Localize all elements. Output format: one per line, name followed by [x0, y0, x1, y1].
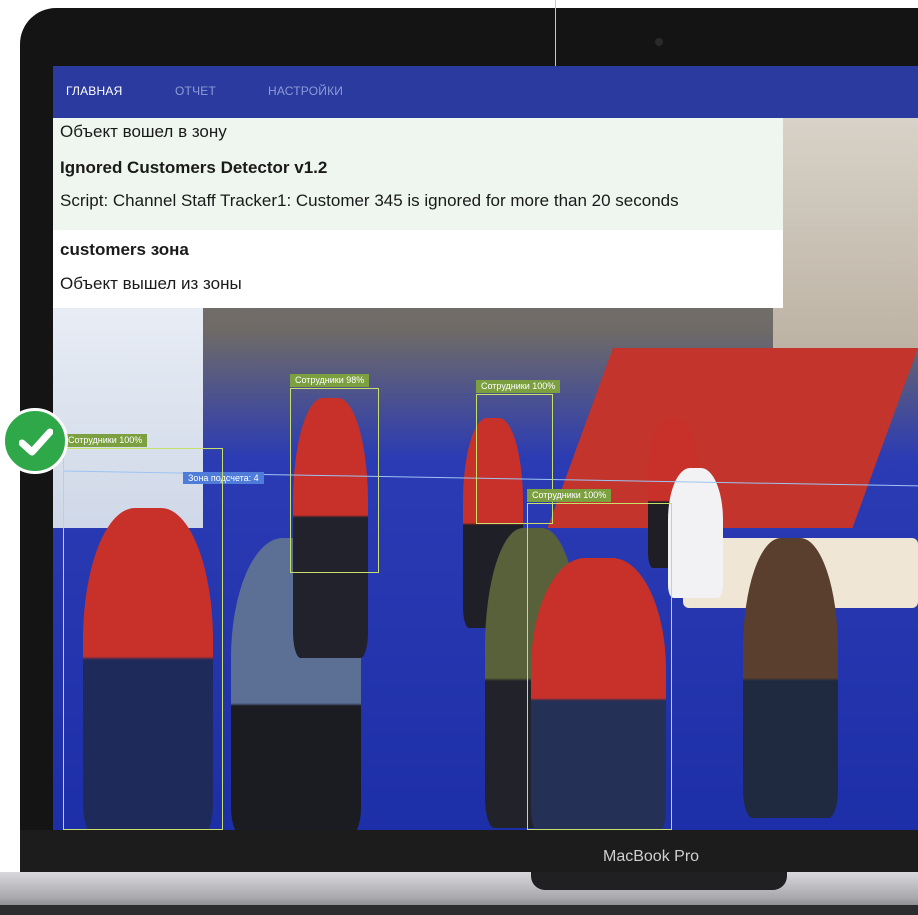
detection-label: Сотрудники 100%	[476, 380, 561, 393]
event-text: Объект вошел в зону	[60, 122, 227, 141]
tab-settings[interactable]: НАСТРОЙКИ	[268, 84, 343, 98]
hinge-notch	[531, 872, 787, 890]
detection-label: Сотрудники 100%	[527, 489, 612, 502]
check-circle-icon	[2, 408, 68, 474]
detection-label: Сотрудники 98%	[290, 374, 370, 387]
base-shadow	[0, 905, 918, 915]
bottom-bezel	[20, 830, 918, 872]
tab-main[interactable]: ГЛАВНАЯ	[66, 84, 122, 98]
top-navbar: ГЛАВНАЯ ОТЧЕТ НАСТРОЙКИ	[53, 66, 918, 118]
detection-box: Сотрудники 98%	[290, 374, 379, 573]
app-screen: Зона подсчета: 4 Сотрудники 100% Сотрудн…	[53, 66, 918, 830]
webcam-icon	[655, 38, 663, 46]
event-title: Ignored Customers Detector v1.2	[60, 158, 328, 177]
event-entry: customers зона Объект вышел из зоны	[53, 230, 783, 308]
event-log: Объект вошел в зону Ignored Customers De…	[53, 118, 783, 308]
detection-box: Сотрудники 100%	[63, 434, 223, 830]
brand-label: MacBook Pro	[603, 848, 700, 865]
event-text: Объект вышел из зоны	[60, 274, 242, 293]
wall-right	[773, 118, 918, 348]
detection-label: Сотрудники 100%	[63, 434, 148, 447]
detection-box: Сотрудники 100%	[527, 489, 672, 830]
event-text: Script: Channel Staff Tracker1: Customer…	[60, 191, 679, 210]
tab-report[interactable]: ОТЧЕТ	[175, 84, 216, 98]
checkmark-icon	[19, 428, 53, 456]
event-title: customers зона	[60, 240, 189, 259]
event-entry: Объект вошел в зону Ignored Customers De…	[53, 118, 783, 230]
